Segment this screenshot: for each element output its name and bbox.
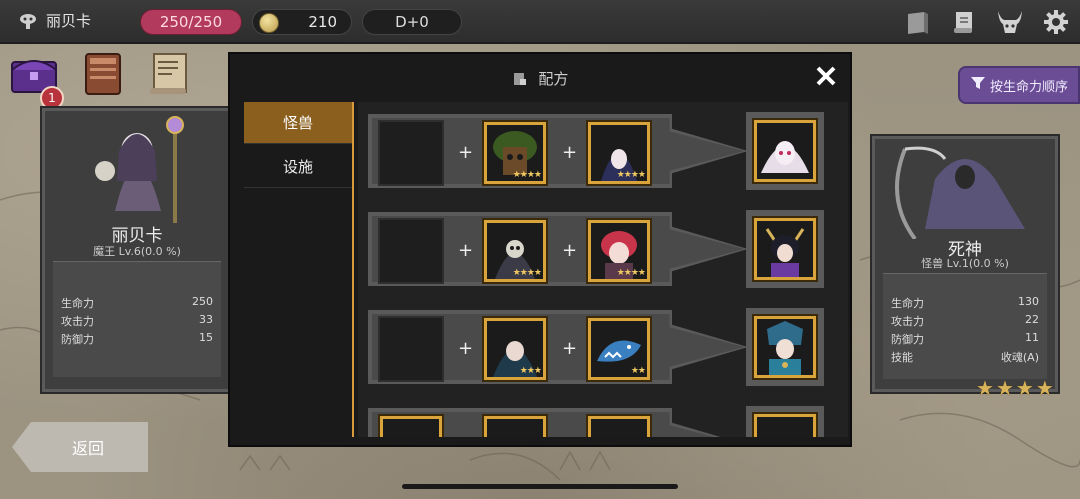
stat-row: 攻击力 33 xyxy=(61,313,213,328)
monster-portrait xyxy=(875,139,1055,241)
result-partial[interactable] xyxy=(746,406,824,437)
monster-star-rating: ★ ★ ★ ★ xyxy=(976,376,1054,400)
recipe-row[interactable]: + ★★★ + ★★ xyxy=(368,308,824,386)
inventory-badge: 1 xyxy=(40,86,64,110)
result-white-haired-girl[interactable] xyxy=(746,112,824,190)
hp-display: 250/250 xyxy=(140,9,242,35)
monster-card: 死神 怪兽 Lv.1(0.0 %) 生命力 130 攻击力 22 防御力 11 技能收… xyxy=(872,136,1058,392)
demon-icon[interactable] xyxy=(994,6,1026,38)
stat-row: 生命力 250 xyxy=(61,295,213,310)
ingredient-hooded-figure[interactable]: ★★★★ xyxy=(586,120,652,186)
recipe-row[interactable] xyxy=(368,406,824,437)
close-icon[interactable] xyxy=(814,64,838,88)
star-rating: ★★ xyxy=(630,366,646,376)
star-icon: ★ xyxy=(995,376,1014,400)
coin-icon xyxy=(259,13,279,33)
stat-row: 生命力 130 xyxy=(891,295,1039,310)
star-rating: ★★★★ xyxy=(616,268,646,278)
player-info[interactable]: 丽贝卡 xyxy=(18,10,91,31)
result-horned-dark-girl[interactable] xyxy=(746,210,824,288)
gold-display: 210 xyxy=(252,9,352,35)
scroll-icon[interactable] xyxy=(948,6,980,38)
book-icon[interactable] xyxy=(902,6,934,38)
gold-amount: 210 xyxy=(308,13,337,31)
recipe-list[interactable]: + ★★★★ + ★★★★ + ★★★★ + ★★★★ + ★★★ + ★★ xyxy=(358,102,848,437)
ingredient-partial[interactable] xyxy=(378,414,444,437)
sort-by-hp-button[interactable]: 按生命力顺序 xyxy=(958,66,1080,104)
player-name: 丽贝卡 xyxy=(46,12,92,30)
tome-icon[interactable] xyxy=(78,48,130,100)
stat-row: 攻击力 22 xyxy=(891,313,1039,328)
day-counter: D+0 xyxy=(362,9,462,35)
ingredient-slot-empty[interactable] xyxy=(378,316,444,382)
ingredient-red-haired-girl[interactable]: ★★★★ xyxy=(586,218,652,284)
ingredient-slot-empty[interactable] xyxy=(378,120,444,186)
stat-row: 防御力 15 xyxy=(61,331,213,346)
sort-button-label: 按生命力顺序 xyxy=(990,79,1069,95)
tab-facilities[interactable]: 设施 xyxy=(244,146,352,188)
modal-title: 配方 xyxy=(230,68,850,91)
ingredient-partial[interactable] xyxy=(586,414,652,437)
recipe-row[interactable]: + ★★★★ + ★★★★ xyxy=(368,112,824,190)
funnel-icon xyxy=(970,75,986,95)
map-scroll-icon[interactable] xyxy=(144,48,196,100)
ingredient-blue-shark[interactable]: ★★ xyxy=(586,316,652,382)
stat-row: 技能 收魂(A) xyxy=(891,351,1039,364)
star-icon: ★ xyxy=(1015,376,1034,400)
monster-subtitle: 怪兽 Lv.1(0.0 %) xyxy=(921,257,1009,270)
ingredient-slot-empty[interactable] xyxy=(378,218,444,284)
ingredient-partial[interactable] xyxy=(482,414,548,437)
selected-character-card: 丽贝卡 魔王 Lv.6(0.0 %) 生命力 250 攻击力 33 防御力 15 xyxy=(42,108,232,392)
home-indicator xyxy=(402,484,678,489)
ingredient-reaper[interactable]: ★★★★ xyxy=(482,218,548,284)
result-armored-mage[interactable] xyxy=(746,308,824,386)
star-rating: ★★★ xyxy=(519,366,542,376)
ingredient-dark-haired-girl[interactable]: ★★★ xyxy=(482,316,548,382)
star-rating: ★★★★ xyxy=(616,170,646,180)
top-bar: 丽贝卡 250/250 210 D+0 xyxy=(0,0,1080,44)
character-stats: 生命力 250 攻击力 33 防御力 15 xyxy=(53,261,221,377)
back-button[interactable]: 返回 xyxy=(12,422,148,472)
character-portrait xyxy=(45,111,229,229)
tab-monsters[interactable]: 怪兽 xyxy=(244,102,352,144)
gear-icon[interactable] xyxy=(1040,6,1072,38)
monster-stats: 生命力 130 攻击力 22 防御力 11 技能 收魂(A) xyxy=(883,273,1047,379)
recipe-modal: 配方 怪兽 设施 + ★★★★ + ★★★★ + ★★★★ + ★★★★ + ★… xyxy=(228,52,852,447)
star-icon: ★ xyxy=(1035,376,1054,400)
recipe-tabs: 怪兽 设施 xyxy=(244,102,354,437)
recipe-icon xyxy=(512,71,528,91)
recipe-row[interactable]: + ★★★★ + ★★★★ xyxy=(368,210,824,288)
star-icon: ★ xyxy=(976,376,994,400)
character-subtitle: 魔王 Lv.6(0.0 %) xyxy=(93,245,181,258)
mask-icon xyxy=(18,11,38,31)
stat-row: 防御力 11 xyxy=(891,331,1039,346)
star-rating: ★★★★ xyxy=(512,268,542,278)
star-rating: ★★★★ xyxy=(512,170,542,180)
ingredient-treant[interactable]: ★★★★ xyxy=(482,120,548,186)
